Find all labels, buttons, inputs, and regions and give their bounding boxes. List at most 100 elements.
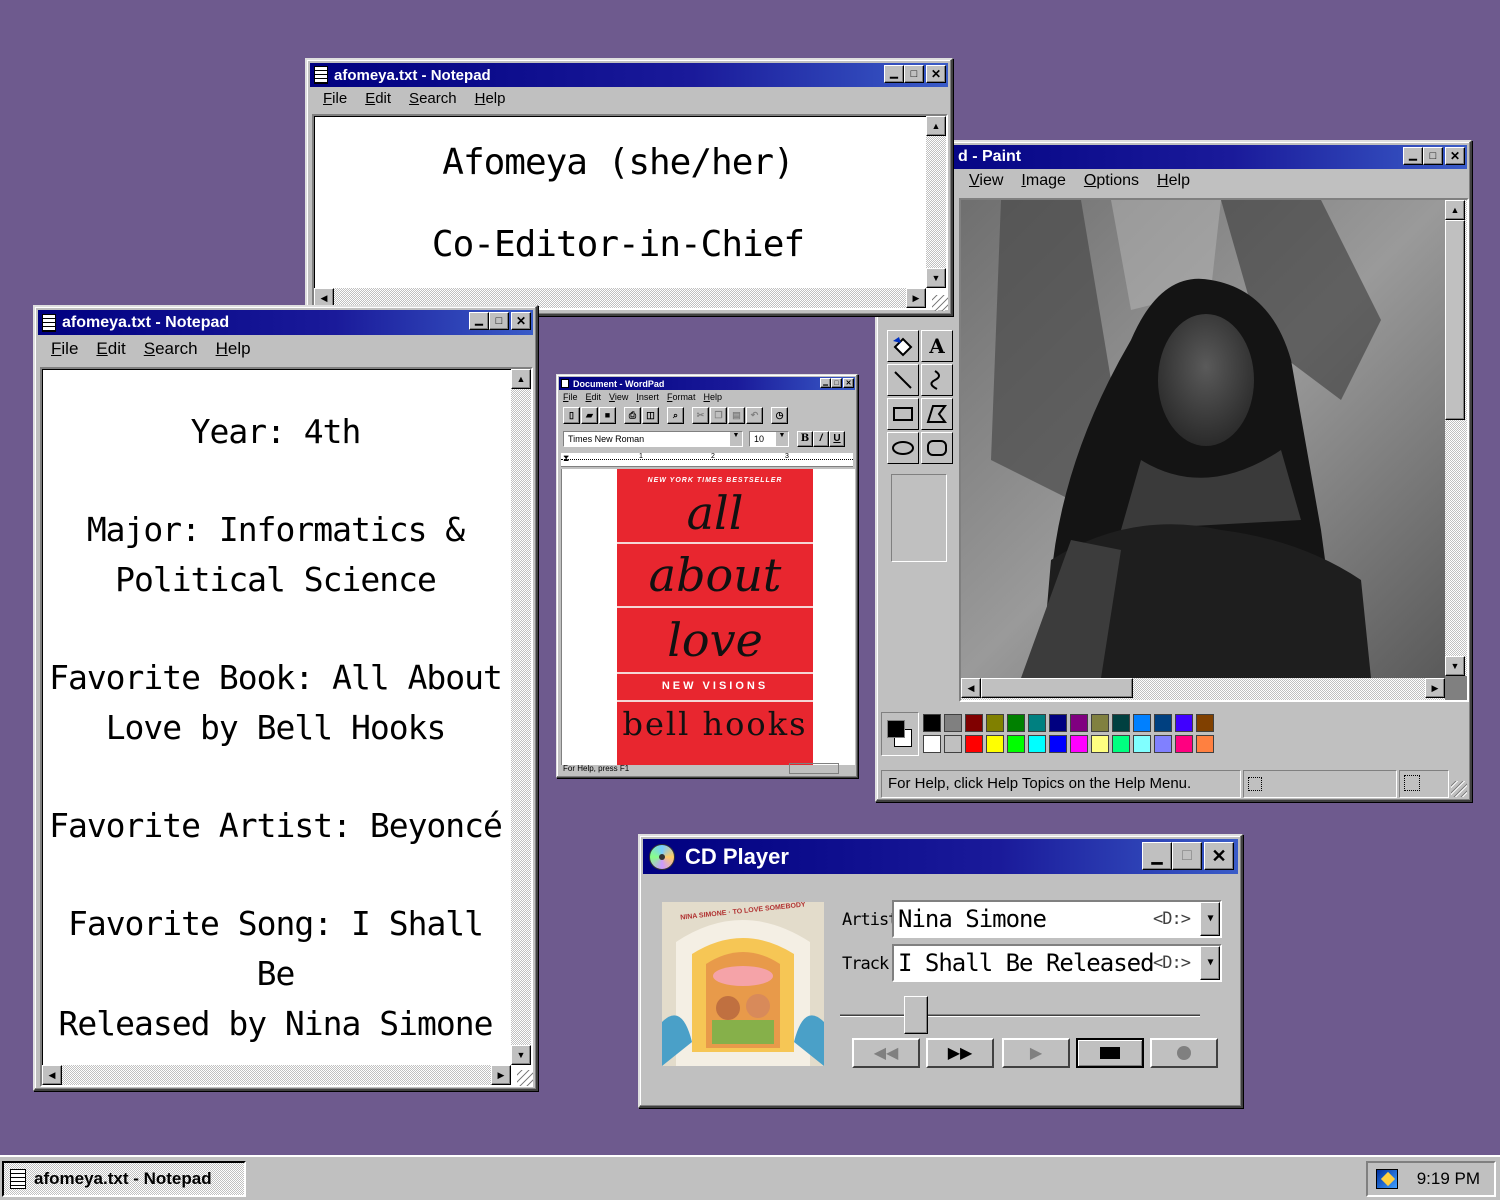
palette-swatch[interactable] (965, 735, 983, 753)
paint-window[interactable]: d - Paint ▁ □ ✕ View Image Options Help … (875, 140, 1472, 802)
text-tool[interactable]: A (921, 330, 953, 362)
palette-swatch[interactable] (1070, 714, 1088, 732)
resize-grip[interactable] (932, 295, 948, 311)
rounded-rect-tool[interactable] (921, 432, 953, 464)
minimize-button[interactable]: ▁ (1403, 147, 1423, 165)
palette-swatch[interactable] (1154, 714, 1172, 732)
notepad-left-titlebar[interactable]: afomeya.txt - Notepad ▁ □ ✕ (38, 310, 533, 335)
palette-swatch[interactable] (1049, 735, 1067, 753)
book-cover[interactable]: NEW YORK TIMES BESTSELLER all about love… (617, 469, 813, 765)
slider-thumb[interactable] (904, 996, 928, 1034)
palette-swatch[interactable] (1133, 735, 1151, 753)
scroll-up-button[interactable]: ▲ (511, 369, 531, 389)
menu-help[interactable]: Help (207, 339, 260, 363)
display-settings-icon[interactable] (1376, 1169, 1398, 1189)
find-icon[interactable]: ⌕ (667, 407, 684, 424)
maximize-button[interactable]: □ (831, 378, 842, 388)
scroll-left-button[interactable]: ◀ (961, 678, 981, 698)
menu-format[interactable]: Format (663, 392, 700, 404)
indent-marker-icon[interactable]: ⧗ (563, 453, 569, 464)
palette-swatch[interactable] (986, 735, 1004, 753)
eject-button[interactable] (1150, 1038, 1218, 1068)
scroll-up-button[interactable]: ▲ (1445, 200, 1465, 220)
seek-slider[interactable] (840, 996, 1200, 1036)
palette-swatch[interactable] (944, 714, 962, 732)
current-colors[interactable] (881, 712, 919, 756)
print-icon[interactable]: ⎙ (624, 407, 641, 424)
scroll-down-button[interactable]: ▼ (511, 1045, 531, 1065)
palette-swatch[interactable] (1028, 735, 1046, 753)
palette-swatch[interactable] (1175, 714, 1193, 732)
paint-hscroll[interactable]: ◀ ▶ (961, 678, 1445, 700)
palette-swatch[interactable] (1049, 714, 1067, 732)
palette-swatch[interactable] (1007, 735, 1025, 753)
scroll-right-button[interactable]: ▶ (1425, 678, 1445, 698)
menu-help[interactable]: Help (466, 90, 515, 112)
menu-insert[interactable]: Insert (632, 392, 663, 404)
menu-edit[interactable]: Edit (356, 90, 400, 112)
minimize-button[interactable]: ▁ (884, 65, 904, 83)
scroll-right-button[interactable]: ▶ (491, 1065, 511, 1085)
scroll-thumb-h[interactable] (981, 678, 1133, 698)
taskbar-task-button[interactable]: afomeya.txt - Notepad (2, 1161, 246, 1197)
paint-titlebar[interactable]: d - Paint ▁ □ ✕ (880, 145, 1467, 169)
size-select[interactable]: 10 ▼ (749, 431, 789, 447)
maximize-button[interactable]: □ (1172, 842, 1202, 870)
cdplayer-window[interactable]: CD Player ▁ □ ✕ NINA SIMONE · TO LOVE SO… (638, 834, 1243, 1108)
underline-button[interactable]: U (829, 431, 845, 447)
new-icon[interactable]: ▯ (563, 407, 580, 424)
wordpad-ruler[interactable]: 1 2 3 ⧗ (561, 453, 853, 467)
palette-swatch[interactable] (1028, 714, 1046, 732)
artist-select[interactable]: Nina Simone <D:> ▼ (892, 900, 1222, 938)
resize-grip[interactable] (1451, 781, 1467, 797)
menu-search[interactable]: Search (135, 339, 207, 363)
save-icon[interactable]: ■ (599, 407, 616, 424)
minimize-button[interactable]: ▁ (469, 312, 489, 330)
minimize-button[interactable]: ▁ (820, 378, 831, 388)
palette-swatch[interactable] (923, 735, 941, 753)
rectangle-tool[interactable] (887, 398, 919, 430)
close-button[interactable]: ✕ (926, 65, 946, 83)
menu-file[interactable]: File (559, 392, 582, 404)
clock[interactable]: 9:19 PM (1417, 1169, 1480, 1189)
cdplayer-titlebar[interactable]: CD Player ▁ □ ✕ (643, 839, 1238, 874)
tool-options-box[interactable] (891, 474, 947, 562)
palette-swatch[interactable] (1175, 735, 1193, 753)
copy-icon[interactable]: ❐ (710, 407, 727, 424)
palette-swatch[interactable] (944, 735, 962, 753)
menu-help[interactable]: Help (699, 392, 726, 404)
palette-swatch[interactable] (1196, 735, 1214, 753)
notepad-left-vscroll[interactable]: ▲ ▼ (511, 369, 531, 1065)
ellipse-tool[interactable] (887, 432, 919, 464)
close-button[interactable]: ✕ (843, 378, 854, 388)
print-preview-icon[interactable]: ◫ (642, 407, 659, 424)
notepad-top-textarea[interactable]: Afomeya (she/her) Co-Editor-in-Chief ▲ ▼… (312, 114, 948, 310)
wordpad-titlebar[interactable]: Document - WordPad ▁ □ ✕ (559, 377, 855, 390)
scroll-down-button[interactable]: ▼ (926, 268, 946, 288)
palette-swatch[interactable] (986, 714, 1004, 732)
close-button[interactable]: ✕ (1204, 842, 1234, 870)
menu-view[interactable]: View (605, 392, 632, 404)
notepad-top-window[interactable]: afomeya.txt - Notepad ▁ □ ✕ File Edit Se… (305, 58, 953, 316)
notepad-left-textarea[interactable]: Year: 4th Major: Informatics & Political… (40, 367, 533, 1087)
palette-swatch[interactable] (1196, 714, 1214, 732)
palette-swatch[interactable] (1070, 735, 1088, 753)
menu-file[interactable]: File (314, 90, 356, 112)
scroll-left-button[interactable]: ◀ (42, 1065, 62, 1085)
track-select[interactable]: I Shall Be Released <D:> ▼ (892, 944, 1222, 982)
dropdown-arrow-icon[interactable]: ▼ (1200, 902, 1220, 936)
notepad-left-hscroll[interactable]: ◀ ▶ (42, 1065, 511, 1085)
menu-search[interactable]: Search (400, 90, 466, 112)
notepad-left-window[interactable]: afomeya.txt - Notepad ▁ □ ✕ File Edit Se… (33, 305, 538, 1091)
close-button[interactable]: ✕ (511, 312, 531, 330)
scroll-up-button[interactable]: ▲ (926, 116, 946, 136)
line-tool[interactable] (887, 364, 919, 396)
close-button[interactable]: ✕ (1445, 147, 1465, 165)
scroll-right-button[interactable]: ▶ (906, 288, 926, 308)
polygon-tool[interactable] (921, 398, 953, 430)
paste-icon[interactable]: ▤ (728, 407, 745, 424)
fill-tool[interactable] (887, 330, 919, 362)
stop-button[interactable] (1076, 1038, 1144, 1068)
resize-grip[interactable] (517, 1070, 533, 1086)
rewind-button[interactable]: ◀◀ (852, 1038, 920, 1068)
